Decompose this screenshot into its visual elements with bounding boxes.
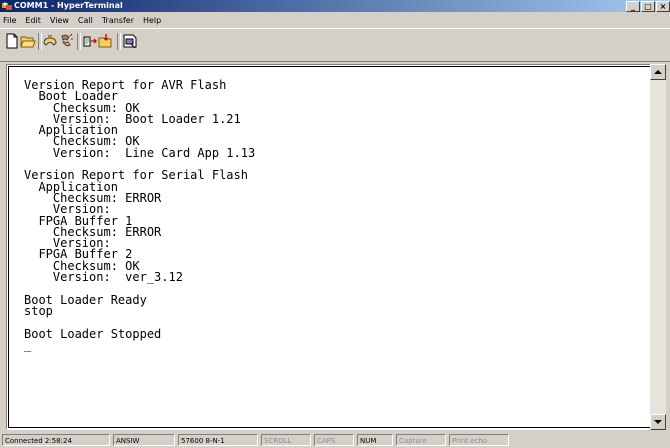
arrow-down-icon [654, 420, 662, 424]
receive-icon[interactable] [98, 33, 114, 49]
toolbar-separator [117, 33, 121, 50]
arrow-up-icon [654, 70, 662, 74]
toolbar-separator [77, 33, 81, 50]
minimize-button[interactable]: _ [626, 1, 640, 12]
send-icon[interactable] [82, 33, 98, 49]
disconnect-icon[interactable] [58, 33, 74, 49]
new-connection-icon[interactable] [4, 33, 20, 49]
scroll-down-button[interactable] [650, 414, 666, 430]
menu-call[interactable]: Call [74, 16, 98, 25]
terminal-output: Version Report for AVR Flash Boot Loader… [24, 78, 256, 352]
window-title: COMM1 - HyperTerminal [14, 1, 123, 10]
status-capture: Capture [396, 434, 446, 446]
open-icon[interactable] [20, 33, 36, 49]
status-caps: CAPS [314, 434, 354, 446]
menu-file[interactable]: File [0, 16, 21, 25]
menu-view[interactable]: View [46, 16, 74, 25]
menu-edit[interactable]: Edit [21, 16, 46, 25]
status-emulation: ANSIW [113, 434, 175, 446]
maximize-button[interactable]: □ [641, 1, 655, 12]
status-scroll: SCROLL [261, 434, 311, 446]
toolbar [0, 28, 670, 62]
hyperterminal-app-icon [2, 2, 12, 10]
vertical-scrollbar[interactable] [650, 64, 666, 430]
menu-help[interactable]: Help [139, 16, 166, 25]
status-print-echo: Print echo [449, 434, 509, 446]
title-bar[interactable]: COMM1 - HyperTerminal _ □ × [0, 0, 670, 12]
connect-icon[interactable] [42, 33, 58, 49]
menu-transfer[interactable]: Transfer [98, 16, 139, 25]
status-num: NUM [357, 434, 393, 446]
menu-bar: File Edit View Call Transfer Help [0, 12, 670, 28]
status-bar: Connected 2:58:24 ANSIW 57600 8-N-1 SCRO… [0, 432, 670, 448]
status-port-settings: 57600 8-N-1 [178, 434, 258, 446]
close-button[interactable]: × [656, 1, 670, 12]
terminal-frame: Version Report for AVR Flash Boot Loader… [6, 64, 664, 430]
status-connected: Connected 2:58:24 [2, 434, 110, 446]
scroll-up-button[interactable] [650, 64, 666, 80]
properties-icon[interactable] [122, 33, 138, 49]
terminal-window[interactable]: Version Report for AVR Flash Boot Loader… [8, 66, 652, 428]
